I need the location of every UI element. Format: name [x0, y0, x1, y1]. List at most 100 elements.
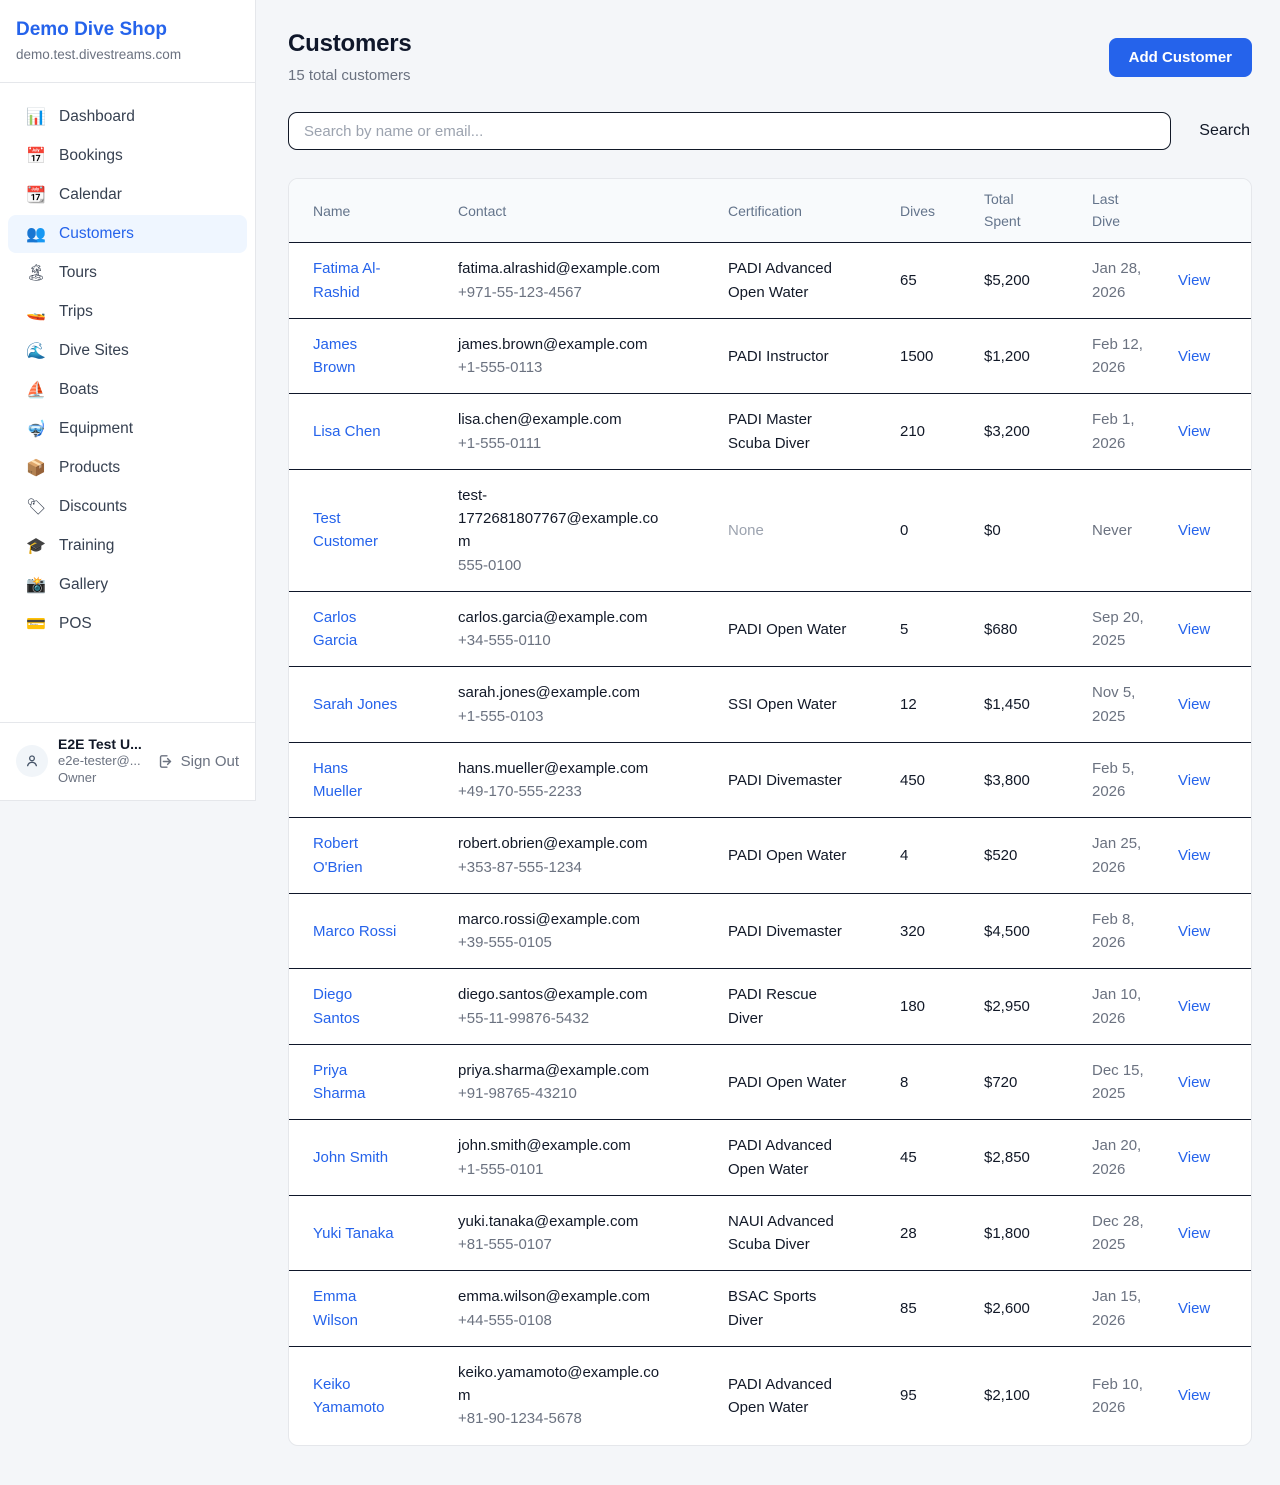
- search-row: Search: [288, 112, 1252, 150]
- view-customer-link[interactable]: View: [1178, 998, 1210, 1015]
- certification-cell: PADI Divemaster: [728, 920, 900, 943]
- customer-name-link[interactable]: Test Customer: [313, 507, 401, 554]
- view-customer-link[interactable]: View: [1178, 1225, 1210, 1242]
- customer-name-link[interactable]: Marco Rossi: [313, 920, 396, 943]
- contact-cell: emma.wilson@example.com +44-555-0108: [458, 1285, 728, 1332]
- dives-cell: 45: [900, 1146, 984, 1169]
- dives-cell: 5: [900, 618, 984, 641]
- certification-cell: PADI Open Water: [728, 1071, 900, 1094]
- customer-email: emma.wilson@example.com: [458, 1285, 668, 1308]
- last-dive-cell: Feb 5, 2026: [1092, 757, 1178, 804]
- people-icon: 👥: [26, 226, 46, 242]
- view-customer-link[interactable]: View: [1178, 1387, 1210, 1404]
- customer-name-link[interactable]: Yuki Tanaka: [313, 1222, 394, 1245]
- view-customer-link[interactable]: View: [1178, 847, 1210, 864]
- dives-cell: 95: [900, 1384, 984, 1407]
- certification-cell: PADI Open Water: [728, 844, 900, 867]
- total-spent-cell: $0: [984, 519, 1092, 542]
- dives-cell: 0: [900, 519, 984, 542]
- search-input[interactable]: [288, 112, 1171, 150]
- view-customer-link[interactable]: View: [1178, 348, 1210, 365]
- total-spent-cell: $1,800: [984, 1222, 1092, 1245]
- wave-icon: 🌊: [26, 343, 46, 359]
- tag-icon: 🏷: [26, 499, 46, 515]
- sidebar-item-tours[interactable]: 🏝 Tours: [8, 254, 247, 292]
- customer-name-link[interactable]: James Brown: [313, 333, 401, 380]
- sidebar-item-trips[interactable]: 🚤 Trips: [8, 293, 247, 331]
- certification-cell: PADI Instructor: [728, 345, 900, 368]
- customer-name-link[interactable]: Carlos Garcia: [313, 606, 401, 653]
- view-customer-link[interactable]: View: [1178, 1074, 1210, 1091]
- sidebar-item-pos[interactable]: 💳 POS: [8, 605, 247, 643]
- certification-cell: PADI Advanced Open Water: [728, 1373, 900, 1420]
- total-spent-cell: $3,200: [984, 420, 1092, 443]
- customer-phone: +1-555-0111: [458, 432, 712, 455]
- contact-cell: fatima.alrashid@example.com +971-55-123-…: [458, 257, 728, 304]
- customer-name-link[interactable]: John Smith: [313, 1146, 388, 1169]
- column-header-name: Name: [313, 193, 458, 229]
- person-icon: [24, 753, 40, 769]
- certification-cell: PADI Divemaster: [728, 769, 900, 792]
- view-customer-link[interactable]: View: [1178, 522, 1210, 539]
- contact-cell: test-1772681807767@example.com 555-0100: [458, 484, 728, 577]
- sidebar-item-dive-sites[interactable]: 🌊 Dive Sites: [8, 332, 247, 370]
- view-customer-link[interactable]: View: [1178, 272, 1210, 289]
- customer-phone: +91-98765-43210: [458, 1082, 712, 1105]
- sidebar-item-gallery[interactable]: 📸 Gallery: [8, 566, 247, 604]
- tear-off-calendar-icon: 📆: [26, 187, 46, 203]
- sidebar-item-equipment[interactable]: 🤿 Equipment: [8, 410, 247, 448]
- customer-phone: +81-90-1234-5678: [458, 1407, 712, 1430]
- customer-name-link[interactable]: Keiko Yamamoto: [313, 1373, 401, 1420]
- sidebar-item-calendar[interactable]: 📆 Calendar: [8, 176, 247, 214]
- view-customer-link[interactable]: View: [1178, 772, 1210, 789]
- customer-name-link[interactable]: Lisa Chen: [313, 420, 381, 443]
- contact-cell: james.brown@example.com +1-555-0113: [458, 333, 728, 380]
- table-row: Hans Mueller hans.mueller@example.com +4…: [289, 743, 1251, 819]
- view-customer-link[interactable]: View: [1178, 696, 1210, 713]
- customer-name-link[interactable]: Priya Sharma: [313, 1059, 401, 1106]
- certification-cell: PADI Advanced Open Water: [728, 257, 900, 304]
- customer-email: keiko.yamamoto@example.com: [458, 1361, 668, 1408]
- last-dive-cell: Nov 5, 2025: [1092, 681, 1178, 728]
- sidebar-item-boats[interactable]: ⛵ Boats: [8, 371, 247, 409]
- view-customer-link[interactable]: View: [1178, 923, 1210, 940]
- dives-cell: 450: [900, 769, 984, 792]
- view-customer-link[interactable]: View: [1178, 423, 1210, 440]
- total-spent-cell: $520: [984, 844, 1092, 867]
- user-avatar: [16, 745, 48, 777]
- sidebar-item-bookings[interactable]: 📅 Bookings: [8, 137, 247, 175]
- view-customer-link[interactable]: View: [1178, 1149, 1210, 1166]
- table-row: Robert O'Brien robert.obrien@example.com…: [289, 818, 1251, 894]
- table-row: Keiko Yamamoto keiko.yamamoto@example.co…: [289, 1347, 1251, 1445]
- table-row: Lisa Chen lisa.chen@example.com +1-555-0…: [289, 394, 1251, 470]
- view-customer-link[interactable]: View: [1178, 621, 1210, 638]
- customer-phone: +971-55-123-4567: [458, 281, 712, 304]
- sidebar-nav: 📊 Dashboard 📅 Bookings 📆 Calendar 👥 Cust…: [0, 83, 255, 722]
- sidebar-item-products[interactable]: 📦 Products: [8, 449, 247, 487]
- add-customer-button[interactable]: Add Customer: [1109, 38, 1252, 77]
- customer-name-link[interactable]: Robert O'Brien: [313, 832, 401, 879]
- dives-cell: 8: [900, 1071, 984, 1094]
- sidebar-item-customers[interactable]: 👥 Customers: [8, 215, 247, 253]
- customer-phone: +55-11-99876-5432: [458, 1007, 712, 1030]
- sidebar-header: Demo Dive Shop demo.test.divestreams.com: [0, 0, 255, 83]
- table-header-row: Name Contact Certification Dives Total S…: [289, 179, 1251, 243]
- sidebar-item-training[interactable]: 🎓 Training: [8, 527, 247, 565]
- sidebar-item-dashboard[interactable]: 📊 Dashboard: [8, 98, 247, 136]
- view-customer-link[interactable]: View: [1178, 1300, 1210, 1317]
- customer-phone: +34-555-0110: [458, 629, 712, 652]
- customer-name-link[interactable]: Sarah Jones: [313, 693, 397, 716]
- column-header-contact: Contact: [458, 193, 728, 229]
- desert-island-icon: 🏝: [26, 265, 46, 281]
- customer-name-link[interactable]: Diego Santos: [313, 983, 401, 1030]
- contact-cell: keiko.yamamoto@example.com +81-90-1234-5…: [458, 1361, 728, 1431]
- sign-out-button[interactable]: Sign Out: [157, 753, 239, 770]
- contact-cell: hans.mueller@example.com +49-170-555-223…: [458, 757, 728, 804]
- sidebar-item-discounts[interactable]: 🏷 Discounts: [8, 488, 247, 526]
- customer-name-link[interactable]: Hans Mueller: [313, 757, 401, 804]
- search-button[interactable]: Search: [1197, 116, 1252, 146]
- customer-name-link[interactable]: Fatima Al-Rashid: [313, 257, 401, 304]
- customer-email: john.smith@example.com: [458, 1134, 668, 1157]
- table-row: Emma Wilson emma.wilson@example.com +44-…: [289, 1271, 1251, 1347]
- customer-name-link[interactable]: Emma Wilson: [313, 1285, 401, 1332]
